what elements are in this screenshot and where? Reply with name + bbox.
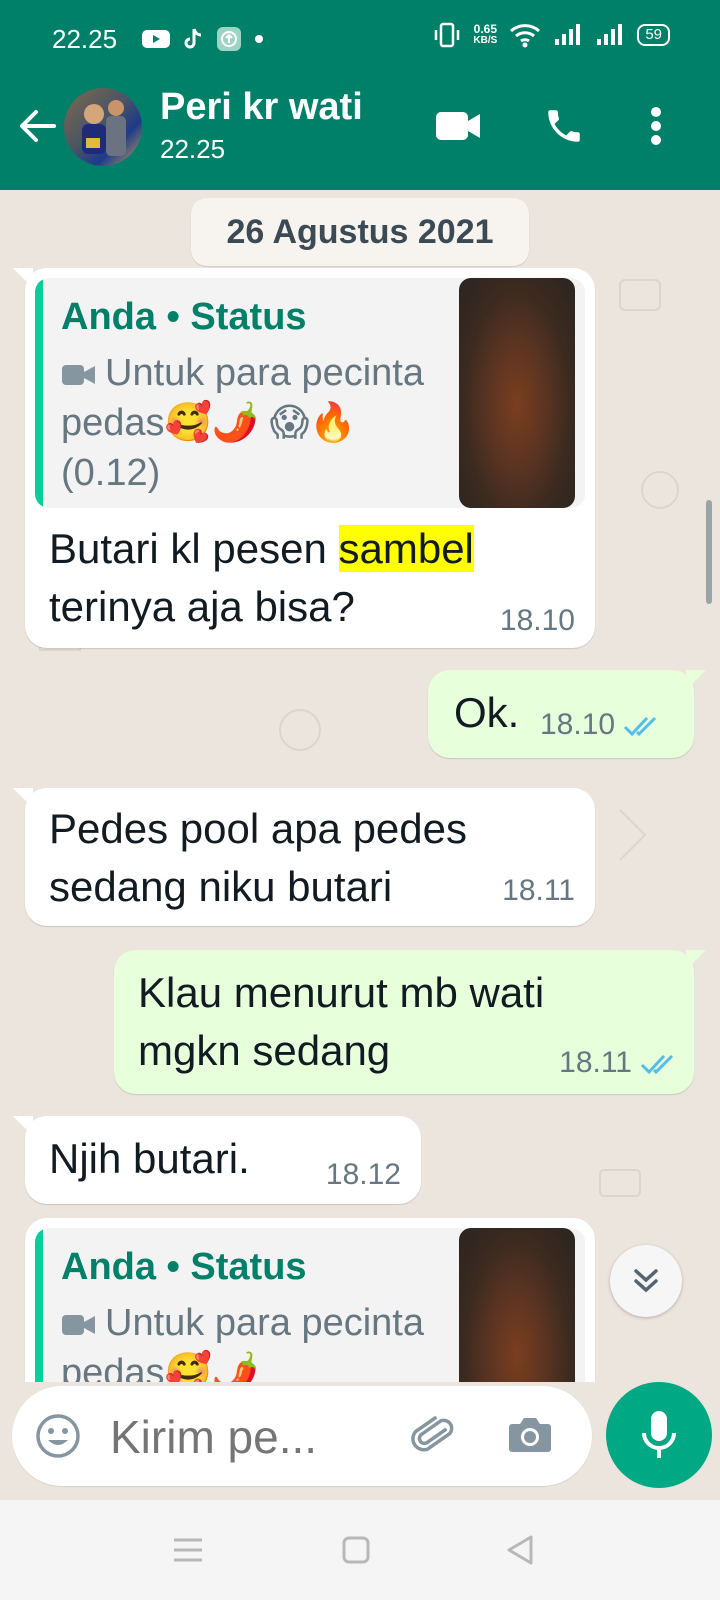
tiktok-icon — [184, 28, 202, 49]
quote-accent-bar — [35, 278, 43, 508]
quoted-status[interactable]: Anda • Status Untuk para pecinta pedas🥰🌶… — [35, 1228, 585, 1382]
status-thumbnail — [459, 278, 575, 508]
contact-name[interactable]: Peri kr wati — [160, 86, 363, 129]
youtube-icon — [142, 30, 170, 48]
bubble-tail — [686, 670, 706, 690]
camera-button[interactable] — [506, 1412, 554, 1461]
voice-call-button[interactable] — [538, 100, 590, 152]
message-time-value: 18.10 — [540, 708, 616, 741]
notification-icons — [142, 26, 264, 52]
message-bubble-outgoing[interactable]: Klau menurut mb wati mgkn sedang 18.11 — [114, 950, 706, 1094]
status-time: 22.25 — [52, 24, 118, 54]
message-time-value: 18.11 — [559, 1046, 632, 1079]
video-call-button[interactable] — [432, 100, 484, 152]
back-button[interactable] — [14, 102, 62, 150]
message-time: 18.12 — [325, 1158, 401, 1191]
attach-button[interactable] — [410, 1412, 458, 1465]
message-bubble-incoming[interactable]: Anda • Status Untuk para pecinta pedas🥰🌶… — [13, 268, 595, 648]
message-text: Butari kl pesen sambel terinya aja bisa? — [49, 520, 569, 636]
message-time: 18.10 — [499, 604, 575, 637]
phone-call-icon — [548, 110, 580, 142]
bubble-tail — [686, 950, 706, 970]
chat-area[interactable]: 26 Agustus 2021 Anda • Status Untuk para… — [0, 190, 720, 1382]
search-highlight: sambel — [338, 525, 474, 572]
bubble-tail — [13, 268, 33, 288]
video-call-icon — [436, 112, 480, 140]
message-time: 18.11 — [559, 1046, 678, 1080]
read-ticks-icon — [624, 717, 657, 737]
attach-icon — [411, 1416, 454, 1452]
message-text-part: Butari kl pesen — [49, 525, 339, 572]
app-notification-icon — [217, 27, 241, 51]
scroll-to-bottom-button[interactable] — [610, 1245, 682, 1317]
net-speed-unit: KB/S — [473, 35, 498, 46]
signal-icon-1 — [555, 24, 581, 45]
message-time: 18.10 — [540, 708, 661, 742]
wifi-icon — [510, 24, 541, 48]
message-bubble-incoming[interactable]: Anda • Status Untuk para pecinta pedas🥰🌶… — [25, 1218, 595, 1382]
chat-scrollbar[interactable] — [706, 500, 712, 604]
emoji-icon — [36, 1414, 80, 1458]
message-time: 18.11 — [502, 874, 575, 907]
vibrate-icon — [435, 22, 460, 48]
message-input[interactable] — [108, 1406, 372, 1468]
recents-icon — [174, 1538, 202, 1562]
read-ticks-icon — [640, 1055, 674, 1075]
recents-button[interactable] — [168, 1530, 208, 1570]
message-composer — [0, 1382, 720, 1500]
more-options-button[interactable] — [630, 100, 682, 152]
system-indicators: 0.65 KB/S 59 — [433, 22, 670, 48]
message-text-part: terinya aja bisa? — [49, 583, 355, 630]
double-chevron-down-icon — [634, 1269, 658, 1293]
net-speed: 0.65 KB/S — [473, 23, 497, 47]
quoted-status[interactable]: Anda • Status Untuk para pecinta pedas🥰🌶… — [35, 278, 585, 508]
chat-header: Peri kr wati 22.25 — [0, 82, 720, 190]
date-separator: 26 Agustus 2021 — [191, 198, 529, 266]
message-bubble-incoming[interactable]: Njih butari. 18.12 — [13, 1116, 421, 1204]
signal-icon-2 — [597, 24, 623, 45]
avatar-photo — [82, 100, 126, 156]
emoji-button[interactable] — [34, 1412, 82, 1465]
quote-header: Anda • Status — [61, 296, 307, 338]
bubble-tail — [13, 1116, 33, 1136]
status-bar: 22.25 0.65 KB/S 59 — [0, 0, 720, 82]
contact-last-seen[interactable]: 22.25 — [160, 134, 225, 165]
message-bubble-incoming[interactable]: Pedes pool apa pedes sedang niku butari … — [13, 788, 595, 926]
battery-level: 59 — [637, 24, 670, 46]
quote-header: Anda • Status — [61, 1246, 307, 1288]
back-icon — [507, 1535, 533, 1565]
quote-text: Untuk para pecinta pedas🥰🌶️ 😱🔥 (0.12) — [61, 352, 424, 494]
home-button[interactable] — [336, 1530, 376, 1570]
mic-icon — [642, 1411, 676, 1458]
more-notifications-dot-icon — [255, 35, 263, 43]
message-text: Ok. — [454, 689, 520, 736]
contact-avatar[interactable] — [64, 88, 142, 166]
message-text: Klau menurut mb wati mgkn sedang — [138, 969, 545, 1074]
more-options-icon — [651, 107, 661, 145]
message-text: Pedes pool apa pedes sedang niku butari — [49, 805, 468, 910]
quote-accent-bar — [35, 1228, 43, 1382]
message-bubble-outgoing[interactable]: Ok. 18.10 — [428, 670, 706, 758]
message-text: Njih butari. — [49, 1135, 250, 1182]
message-input-container[interactable] — [12, 1386, 592, 1486]
home-icon — [342, 1536, 370, 1564]
bubble-tail — [13, 788, 33, 808]
camera-icon — [509, 1418, 551, 1452]
back-arrow-icon — [20, 110, 56, 142]
status-thumbnail — [459, 1228, 575, 1382]
quote-text: Untuk para pecinta pedas🥰🌶️ — [61, 1302, 424, 1382]
voice-message-button[interactable] — [606, 1382, 712, 1488]
system-navigation-bar — [0, 1500, 720, 1600]
app-header: 22.25 0.65 KB/S 59 Peri kr wati 22.25 — [0, 0, 720, 190]
net-speed-value: 0.65 — [473, 22, 498, 36]
nav-back-button[interactable] — [500, 1530, 540, 1570]
